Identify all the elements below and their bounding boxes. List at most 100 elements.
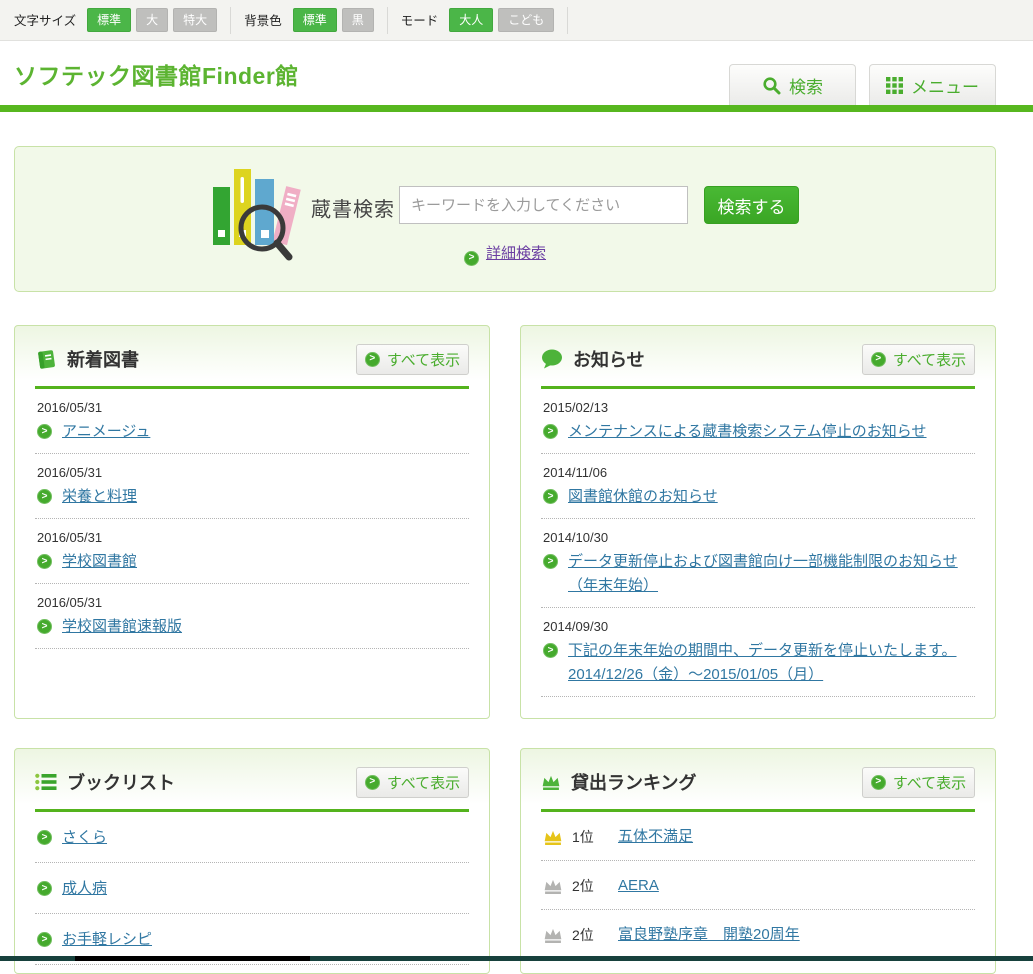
crown-icon-silver [543,878,563,895]
font-size-xlarge-button[interactable]: 特大 [173,8,217,32]
bg-color-normal-button[interactable]: 標準 [293,8,337,32]
item-date: 2015/02/13 [543,400,973,415]
search-icon [762,76,781,95]
show-all-label: すべて表示 [893,349,966,370]
panel-header: ブックリスト > すべて表示 [35,764,469,800]
bg-color-group: 背景色 標準 黒 [244,8,374,32]
font-size-large-button[interactable]: 大 [136,8,168,32]
item-link[interactable]: 下記の年末年始の期間中、データ更新を停止いたします。2014/12/26（金）～… [568,639,973,687]
list-item: 2014/10/30 >データ更新停止および図書館向け一部機能制限のお知らせ（年… [541,519,975,608]
list-item: > さくら [35,812,469,863]
arrow-circle-icon: > [871,775,886,790]
search-button[interactable]: 検索 [729,64,856,105]
rank-label: 2位 [572,876,608,896]
arrow-circle-icon: > [37,424,52,439]
rank-label: 2位 [572,925,608,945]
booklist-panel: ブックリスト > すべて表示 >さくら >成人病 >お手軽レシピ [14,748,490,974]
site-header: ソフテック図書館Finder館 検索 メニュー [0,41,1033,105]
item-date: 2016/05/31 [37,530,467,545]
show-all-button[interactable]: > すべて表示 [862,344,975,375]
new-books-panel: 新着図書 > すべて表示 2016/05/31 > アニメージュ 2016/05/… [14,325,490,719]
arrow-circle-icon: > [37,554,52,569]
ranking-panel: 貸出ランキング > すべて表示 1位 五体不満足 2位 AERA [520,748,996,974]
list-item: 2位 富良野塾序章 開塾20周年 [541,910,975,959]
item-link[interactable]: さくら [62,826,107,850]
bg-color-black-button[interactable]: 黒 [342,8,374,32]
panel-title-text: お知らせ [573,346,645,372]
panel-title-text: 貸出ランキング [571,769,696,795]
show-all-button[interactable]: > すべて表示 [862,767,975,798]
arrow-circle-icon: > [543,489,558,504]
list-item: >成人病 [35,863,469,914]
show-all-label: すべて表示 [893,772,966,793]
book-icon [35,348,57,370]
item-link[interactable]: AERA [618,874,659,898]
panel-header: お知らせ > すべて表示 [541,341,975,377]
mode-adult-button[interactable]: 大人 [449,8,493,32]
list-item: 2015/02/13 > メンテナンスによる蔵書検索システム停止のお知らせ [541,389,975,454]
mode-group: モード 大人 こども [401,8,555,32]
list-item: 2014/11/06 >図書館休館のお知らせ [541,454,975,519]
list-item: 2016/05/31 > 栄養と料理 [35,454,469,519]
item-link[interactable]: メンテナンスによる蔵書検索システム停止のお知らせ [568,420,927,444]
item-link[interactable]: 成人病 [62,877,107,901]
item-date: 2016/05/31 [37,400,467,415]
arrow-circle-icon: > [365,352,380,367]
item-link[interactable]: 五体不満足 [618,825,693,849]
crown-icon-silver [543,927,563,944]
panel-title-text: 新着図書 [67,346,139,372]
arrow-circle-icon: > [871,352,886,367]
list-item: 2016/05/31 > 学校図書館 [35,519,469,584]
item-link[interactable]: データ更新停止および図書館向け一部機能制限のお知らせ（年末年始） [568,550,973,598]
item-link[interactable]: 学校図書館 [62,550,137,574]
list-item: 2016/05/31 > 学校図書館速報版 [35,584,469,649]
catalog-search-label: 蔵書検索 [311,193,395,222]
news-panel: お知らせ > すべて表示 2015/02/13 > メンテナンスによる蔵書検索シス… [520,325,996,719]
item-date: 2014/10/30 [543,530,973,545]
header-buttons: 検索 メニュー [729,64,996,105]
show-all-button[interactable]: > すべて表示 [356,344,469,375]
item-date: 2016/05/31 [37,595,467,610]
show-all-button[interactable]: > すべて表示 [356,767,469,798]
crown-icon-gold [543,829,563,846]
arrow-circle-icon: > [365,775,380,790]
advanced-search-link[interactable]: 詳細検索 [486,245,546,262]
menu-button[interactable]: メニュー [869,64,996,105]
panel-header: 貸出ランキング > すべて表示 [541,764,975,800]
search-button-label: 検索 [789,73,823,98]
menu-button-label: メニュー [911,73,979,98]
show-all-label: すべて表示 [387,349,460,370]
search-submit-button[interactable]: 検索する [704,186,799,224]
arrow-circle-icon: > [37,932,52,947]
list-item: 2位 AERA [541,861,975,910]
font-size-group: 文字サイズ 標準 大 特大 [14,8,217,32]
panel-title: 貸出ランキング [541,769,696,795]
rank-label: 1位 [572,827,608,847]
divider [230,7,231,34]
item-link[interactable]: 学校図書館速報版 [62,615,182,639]
mode-label: モード [401,10,439,29]
item-link[interactable]: 栄養と料理 [62,485,137,509]
mode-kids-button[interactable]: こども [498,8,554,32]
item-link[interactable]: 図書館休館のお知らせ [568,485,718,509]
crown-icon-green [541,774,561,791]
arrow-circle-icon: > [37,830,52,845]
arrow-circle-icon: > [37,489,52,504]
header-accent-bar [0,105,1033,112]
arrow-circle-icon: > [543,424,558,439]
list-item: 2016/05/31 > アニメージュ [35,389,469,454]
item-date: 2016/05/31 [37,465,467,480]
arrow-circle-icon: > [37,619,52,634]
item-link[interactable]: アニメージュ [62,420,150,444]
keyword-input[interactable] [399,186,688,224]
list-item: 2014/09/30 >下記の年末年始の期間中、データ更新を停止いたします。20… [541,608,975,697]
advanced-search-row: >詳細検索 [15,242,995,266]
divider [387,7,388,34]
accessibility-bar: 文字サイズ 標準 大 特大 背景色 標準 黒 モード 大人 こども [0,0,1033,41]
font-size-normal-button[interactable]: 標準 [87,8,131,32]
item-link[interactable]: お手軽レシピ [62,928,152,952]
list-item: 1位 五体不満足 [541,812,975,861]
arrow-circle-icon: > [543,643,558,658]
item-link[interactable]: 富良野塾序章 開塾20周年 [618,923,800,947]
site-title: ソフテック図書館Finder館 [14,57,299,91]
